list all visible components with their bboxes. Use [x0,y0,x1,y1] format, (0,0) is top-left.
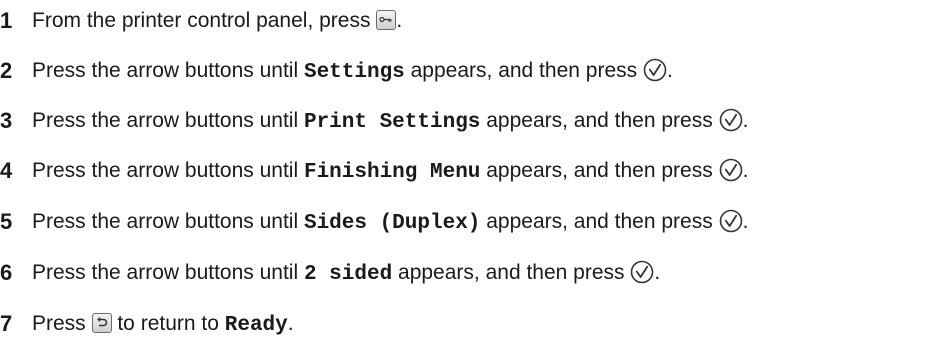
menu-keyword: 2 sided [303,263,393,286]
back-icon [91,312,112,333]
step-number: 5 [0,209,13,234]
instruction-text: Press the arrow buttons until [32,59,304,82]
instruction-text: appears, and then press [480,210,719,233]
step-number: 6 [0,260,13,285]
select-check-icon [719,108,743,132]
instruction-text: appears, and then press [480,159,719,182]
select-check-icon [630,260,654,284]
instruction-text: Press the arrow buttons until [32,159,304,182]
step-text: From the printer control panel, press . [32,9,402,33]
instruction-text: . [666,59,673,82]
instruction-text: Press the arrow buttons until [32,261,304,284]
menu-keyword: Print Settings [303,111,481,134]
menu-keyword: Ready [224,313,288,337]
step-text: Press to return to Ready. [32,312,294,337]
instruction-text: appears, and then press [392,261,631,284]
instruction-text: Press the arrow buttons until [32,109,304,132]
instruction-text: appears, and then press [480,109,719,132]
step-4: 4 Press the arrow buttons until Finishin… [0,151,748,191]
step-7: 7 Press to return to Ready. [0,304,294,344]
step-text: Press the arrow buttons until Print Sett… [32,108,748,134]
key-icon [376,10,397,30]
select-check-icon [719,158,743,182]
step-number: 4 [0,158,13,183]
step-3: 3 Press the arrow buttons until Print Se… [0,101,748,141]
instruction-text: to return to [111,311,225,335]
select-check-icon [719,209,743,233]
step-1: 1 From the printer control panel, press … [0,1,402,41]
step-number: 2 [0,58,13,83]
menu-keyword: Finishing Menu [303,161,481,184]
instruction-text: Press the arrow buttons until [32,210,304,233]
menu-keyword: Settings [303,61,405,84]
instruction-text: From the printer control panel, press [32,9,377,32]
step-5: 5 Press the arrow buttons until Sides (D… [0,202,748,242]
step-number: 7 [0,311,13,336]
step-number: 1 [0,8,13,33]
step-text: Press the arrow buttons until Sides (Dup… [32,209,748,235]
menu-keyword: Sides (Duplex) [303,212,481,235]
instruction-text: . [742,210,749,233]
instruction-text: . [742,109,749,132]
step-2: 2 Press the arrow buttons until Settings… [0,51,673,91]
instruction-text: . [742,159,749,182]
instruction-text: . [654,261,661,284]
step-text: Press the arrow buttons until Finishing … [32,158,748,184]
instruction-text: Press [32,311,92,335]
step-text: Press the arrow buttons until Settings a… [32,58,673,84]
instruction-text: appears, and then press [404,59,643,82]
instruction-text: . [396,9,403,32]
step-6: 6 Press the arrow buttons until 2 sided … [0,253,660,293]
step-text: Press the arrow buttons until 2 sided ap… [32,260,660,286]
instruction-text: . [287,311,294,335]
select-check-icon [643,58,667,82]
step-number: 3 [0,108,13,133]
